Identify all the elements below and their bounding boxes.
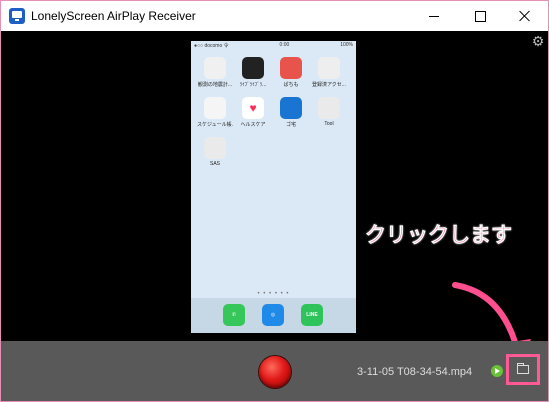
settings-gear-icon[interactable]: ⚙ xyxy=(531,34,545,48)
close-button[interactable] xyxy=(502,1,548,31)
tool-folder-icon xyxy=(318,97,340,119)
window-title: LonelyScreen AirPlay Receiver xyxy=(31,9,196,23)
minimize-button[interactable] xyxy=(411,1,457,31)
page-indicator: • • • • • • xyxy=(257,291,290,297)
record-button[interactable] xyxy=(259,356,291,388)
maximize-button[interactable] xyxy=(457,1,503,31)
app-icon-1 xyxy=(204,57,226,79)
health-heart-icon: ♥ xyxy=(242,97,264,119)
app-label: ヘルスケア xyxy=(240,122,266,128)
phone-dock: ✆ ◎ LINE xyxy=(191,298,356,333)
folder-icon xyxy=(517,363,529,374)
app-label: Tool xyxy=(324,121,334,127)
app-icon-3 xyxy=(280,57,302,79)
app-label: SAS xyxy=(209,161,220,167)
app-label: 登録済アクセ... xyxy=(312,82,346,88)
app-window: LonelyScreen AirPlay Receiver ⚙ ●○○ doco… xyxy=(0,0,549,402)
line-app-icon: LINE xyxy=(301,304,323,326)
phone-time: 0:00 xyxy=(279,42,290,48)
app-icon xyxy=(9,8,25,24)
app-icon-7 xyxy=(280,97,302,119)
safari-app-icon: ◎ xyxy=(262,304,284,326)
app-label: 観測の地震計... xyxy=(197,82,233,88)
app-label: ゴ宅 xyxy=(285,122,296,128)
control-bar: 3-11-05 T08-34-54.mp4 xyxy=(1,341,548,401)
phone-screen: ●○○ docomo 令 0:00 100% 観測の地震計... ﾗｲﾌﾞﾗｲﾌ… xyxy=(191,41,356,333)
open-folder-button[interactable] xyxy=(506,354,540,385)
sas-folder-icon xyxy=(204,137,226,159)
recording-filename: 3-11-05 T08-34-54.mp4 xyxy=(357,366,473,378)
carrier-signal: ●○○ docomo 令 xyxy=(194,43,229,49)
mirror-area: ⚙ ●○○ docomo 令 0:00 100% 観測の地震計... ﾗｲﾌﾞﾗ… xyxy=(1,31,548,374)
instruction-annotation: クリックします xyxy=(365,224,513,248)
phone-app-icon: ✆ xyxy=(223,304,245,326)
phone-status-bar: ●○○ docomo 令 0:00 100% xyxy=(191,41,356,49)
app-label: スケジュール帳... xyxy=(197,122,233,128)
app-icon-4 xyxy=(318,57,340,79)
app-label: ぱちも xyxy=(283,82,299,88)
app-label: ﾗｲﾌﾞﾗｲﾌﾞﾗ... xyxy=(239,82,267,88)
battery-level: 100% xyxy=(340,42,353,48)
title-bar: LonelyScreen AirPlay Receiver xyxy=(1,1,548,31)
app-icon-2 xyxy=(242,57,264,79)
play-recording-icon[interactable] xyxy=(491,365,503,377)
app-icon-5 xyxy=(204,97,226,119)
